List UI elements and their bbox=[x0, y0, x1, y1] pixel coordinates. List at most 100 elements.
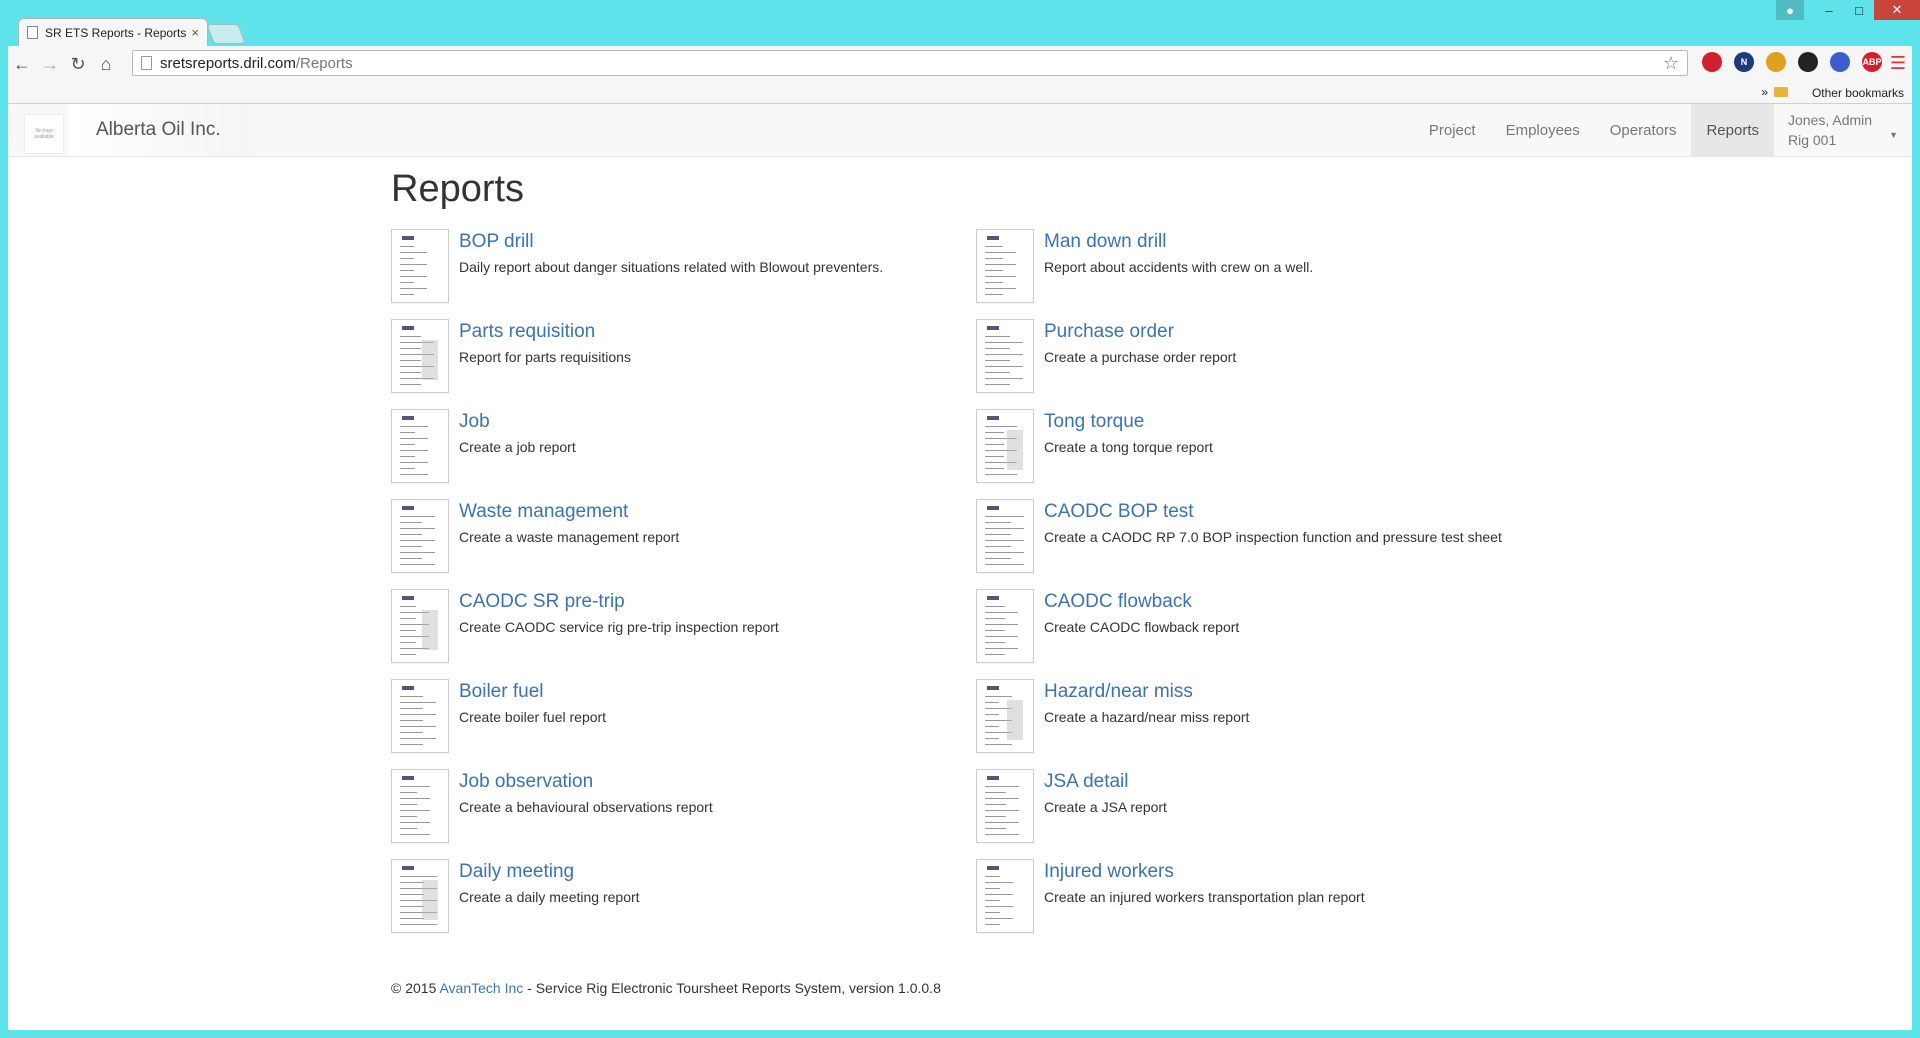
report-item: CAODC flowback Create CAODC flowback repo… bbox=[976, 589, 1536, 665]
report-link[interactable]: JSA detail bbox=[1044, 771, 1167, 793]
report-item: BOP drill Daily report about danger situa… bbox=[391, 229, 951, 305]
report-item: Daily meeting Create a daily meeting repo… bbox=[391, 859, 951, 935]
caret-down-icon: ▼ bbox=[1889, 130, 1898, 140]
report-link[interactable]: Job observation bbox=[459, 771, 713, 793]
user-rig: Rig 001 bbox=[1788, 132, 1837, 148]
report-item: Boiler fuel Create boiler fuel report bbox=[391, 679, 951, 755]
report-link[interactable]: Job bbox=[459, 411, 576, 433]
report-thumbnail[interactable] bbox=[391, 229, 449, 303]
report-link[interactable]: Daily meeting bbox=[459, 861, 640, 883]
report-thumbnail[interactable] bbox=[976, 679, 1034, 753]
report-link[interactable]: Injured workers bbox=[1044, 861, 1365, 883]
report-thumbnail[interactable] bbox=[976, 409, 1034, 483]
report-thumbnail[interactable] bbox=[391, 679, 449, 753]
pinwheel-icon[interactable] bbox=[1766, 52, 1786, 72]
report-description: Create CAODC service rig pre-trip inspec… bbox=[459, 619, 779, 635]
report-thumbnail[interactable] bbox=[391, 319, 449, 393]
report-link[interactable]: Hazard/near miss bbox=[1044, 681, 1249, 703]
minimize-button[interactable]: – bbox=[1814, 0, 1844, 20]
report-description: Create a tong torque report bbox=[1044, 439, 1213, 455]
report-thumbnail[interactable] bbox=[976, 859, 1034, 933]
nav-operators[interactable]: Operators bbox=[1595, 104, 1692, 156]
report-text: Injured workers Create an injured workers… bbox=[1044, 859, 1365, 935]
bookmarks-overflow-icon[interactable]: » bbox=[1761, 85, 1768, 99]
brand-name[interactable]: Alberta Oil Inc. bbox=[68, 104, 249, 156]
nav-reports[interactable]: Reports bbox=[1691, 104, 1774, 156]
report-link[interactable]: Tong torque bbox=[1044, 411, 1213, 433]
footer-company-link[interactable]: AvanTech Inc bbox=[439, 980, 523, 996]
page-icon bbox=[141, 56, 152, 70]
report-link[interactable]: Boiler fuel bbox=[459, 681, 606, 703]
report-link[interactable]: CAODC BOP test bbox=[1044, 501, 1502, 523]
report-description: Create boiler fuel report bbox=[459, 709, 607, 725]
report-link[interactable]: Waste management bbox=[459, 501, 679, 523]
profile-icon[interactable]: ● bbox=[1776, 0, 1804, 20]
report-item: Job Create a job report bbox=[391, 409, 951, 485]
report-thumbnail[interactable] bbox=[976, 589, 1034, 663]
report-description: Create a waste management report bbox=[459, 529, 680, 545]
page-viewport: No logo available Alberta Oil Inc. Proje… bbox=[8, 104, 1912, 1030]
report-description: Report about accidents with crew on a we… bbox=[1044, 259, 1314, 275]
report-thumbnail[interactable] bbox=[391, 859, 449, 933]
site-navbar: No logo available Alberta Oil Inc. Proje… bbox=[8, 104, 1912, 157]
adblock-icon[interactable]: ABP bbox=[1862, 52, 1882, 72]
window-close-button[interactable]: ✕ bbox=[1874, 0, 1920, 20]
back-arrow-icon[interactable]: ← bbox=[8, 54, 36, 75]
report-item: Tong torque Create a tong torque report bbox=[976, 409, 1536, 485]
window-titlebar: SR ETS Reports - Reports × ● – □ ✕ bbox=[0, 0, 1920, 46]
report-item: Purchase order Create a purchase order re… bbox=[976, 319, 1536, 395]
user-menu[interactable]: Jones, Admin Rig 001 ▼ bbox=[1774, 104, 1912, 156]
report-link[interactable]: Man down drill bbox=[1044, 231, 1313, 253]
tab-close-icon[interactable]: × bbox=[191, 25, 199, 40]
report-text: Hazard/near miss Create a hazard/near mis… bbox=[1044, 679, 1249, 755]
report-text: Parts requisition Report for parts requis… bbox=[459, 319, 631, 395]
bookmark-star-icon[interactable]: ☆ bbox=[1663, 53, 1679, 74]
report-text: Man down drill Report about accidents wit… bbox=[1044, 229, 1313, 305]
opera-icon[interactable] bbox=[1702, 52, 1722, 72]
url-path: /Reports bbox=[295, 54, 353, 72]
report-text: Purchase order Create a purchase order re… bbox=[1044, 319, 1236, 395]
nav-project[interactable]: Project bbox=[1414, 104, 1491, 156]
report-thumbnail[interactable] bbox=[976, 499, 1034, 573]
report-description: Create CAODC flowback report bbox=[1044, 619, 1240, 635]
eye-icon[interactable] bbox=[1798, 52, 1818, 72]
browser-tab[interactable]: SR ETS Reports - Reports × bbox=[18, 18, 208, 46]
notes-icon[interactable]: N bbox=[1734, 52, 1754, 72]
report-item: CAODC BOP test Create a CAODC RP 7.0 BOP … bbox=[976, 499, 1536, 575]
report-description: Create a CAODC RP 7.0 BOP inspection fun… bbox=[1044, 529, 1502, 545]
report-thumbnail[interactable] bbox=[391, 409, 449, 483]
report-thumbnail[interactable] bbox=[976, 319, 1034, 393]
report-thumbnail[interactable] bbox=[976, 769, 1034, 843]
report-description: Create an injured workers transportation… bbox=[1044, 889, 1365, 905]
report-thumbnail[interactable] bbox=[391, 589, 449, 663]
footer-system: - Service Rig Electronic Toursheet Repor… bbox=[523, 980, 941, 996]
globe-icon[interactable] bbox=[1830, 52, 1850, 72]
report-item: JSA detail Create a JSA report bbox=[976, 769, 1536, 845]
report-text: BOP drill Daily report about danger situa… bbox=[459, 229, 883, 305]
new-tab-button[interactable] bbox=[206, 24, 246, 44]
report-link[interactable]: CAODC SR pre-trip bbox=[459, 591, 779, 613]
window-controls: ● – □ ✕ bbox=[1776, 0, 1920, 20]
browser-menu-icon[interactable]: ☰ bbox=[1890, 53, 1906, 74]
nav-employees[interactable]: Employees bbox=[1491, 104, 1595, 156]
other-bookmarks[interactable]: Other bookmarks bbox=[1812, 86, 1904, 100]
company-logo[interactable]: No logo available bbox=[24, 114, 64, 154]
reload-icon[interactable]: ↻ bbox=[64, 54, 92, 75]
home-icon[interactable]: ⌂ bbox=[92, 54, 120, 75]
report-thumbnail[interactable] bbox=[391, 499, 449, 573]
report-text: CAODC BOP test Create a CAODC RP 7.0 BOP … bbox=[1044, 499, 1502, 575]
report-thumbnail[interactable] bbox=[391, 769, 449, 843]
maximize-button[interactable]: □ bbox=[1844, 0, 1874, 20]
tab-title: SR ETS Reports - Reports bbox=[45, 25, 187, 40]
report-link[interactable]: BOP drill bbox=[459, 231, 883, 253]
report-text: Job observation Create a behavioural obse… bbox=[459, 769, 713, 845]
report-item: Waste management Create a waste managemen… bbox=[391, 499, 951, 575]
forward-arrow-icon[interactable]: → bbox=[36, 54, 64, 75]
report-link[interactable]: Purchase order bbox=[1044, 321, 1236, 343]
report-link[interactable]: CAODC flowback bbox=[1044, 591, 1239, 613]
address-bar[interactable]: sretsreports.dril.com/Reports ☆ bbox=[132, 50, 1688, 76]
report-list: BOP drill Daily report about danger situa… bbox=[391, 229, 1571, 933]
report-link[interactable]: Parts requisition bbox=[459, 321, 631, 343]
report-thumbnail[interactable] bbox=[976, 229, 1034, 303]
folder-icon bbox=[1774, 87, 1788, 97]
